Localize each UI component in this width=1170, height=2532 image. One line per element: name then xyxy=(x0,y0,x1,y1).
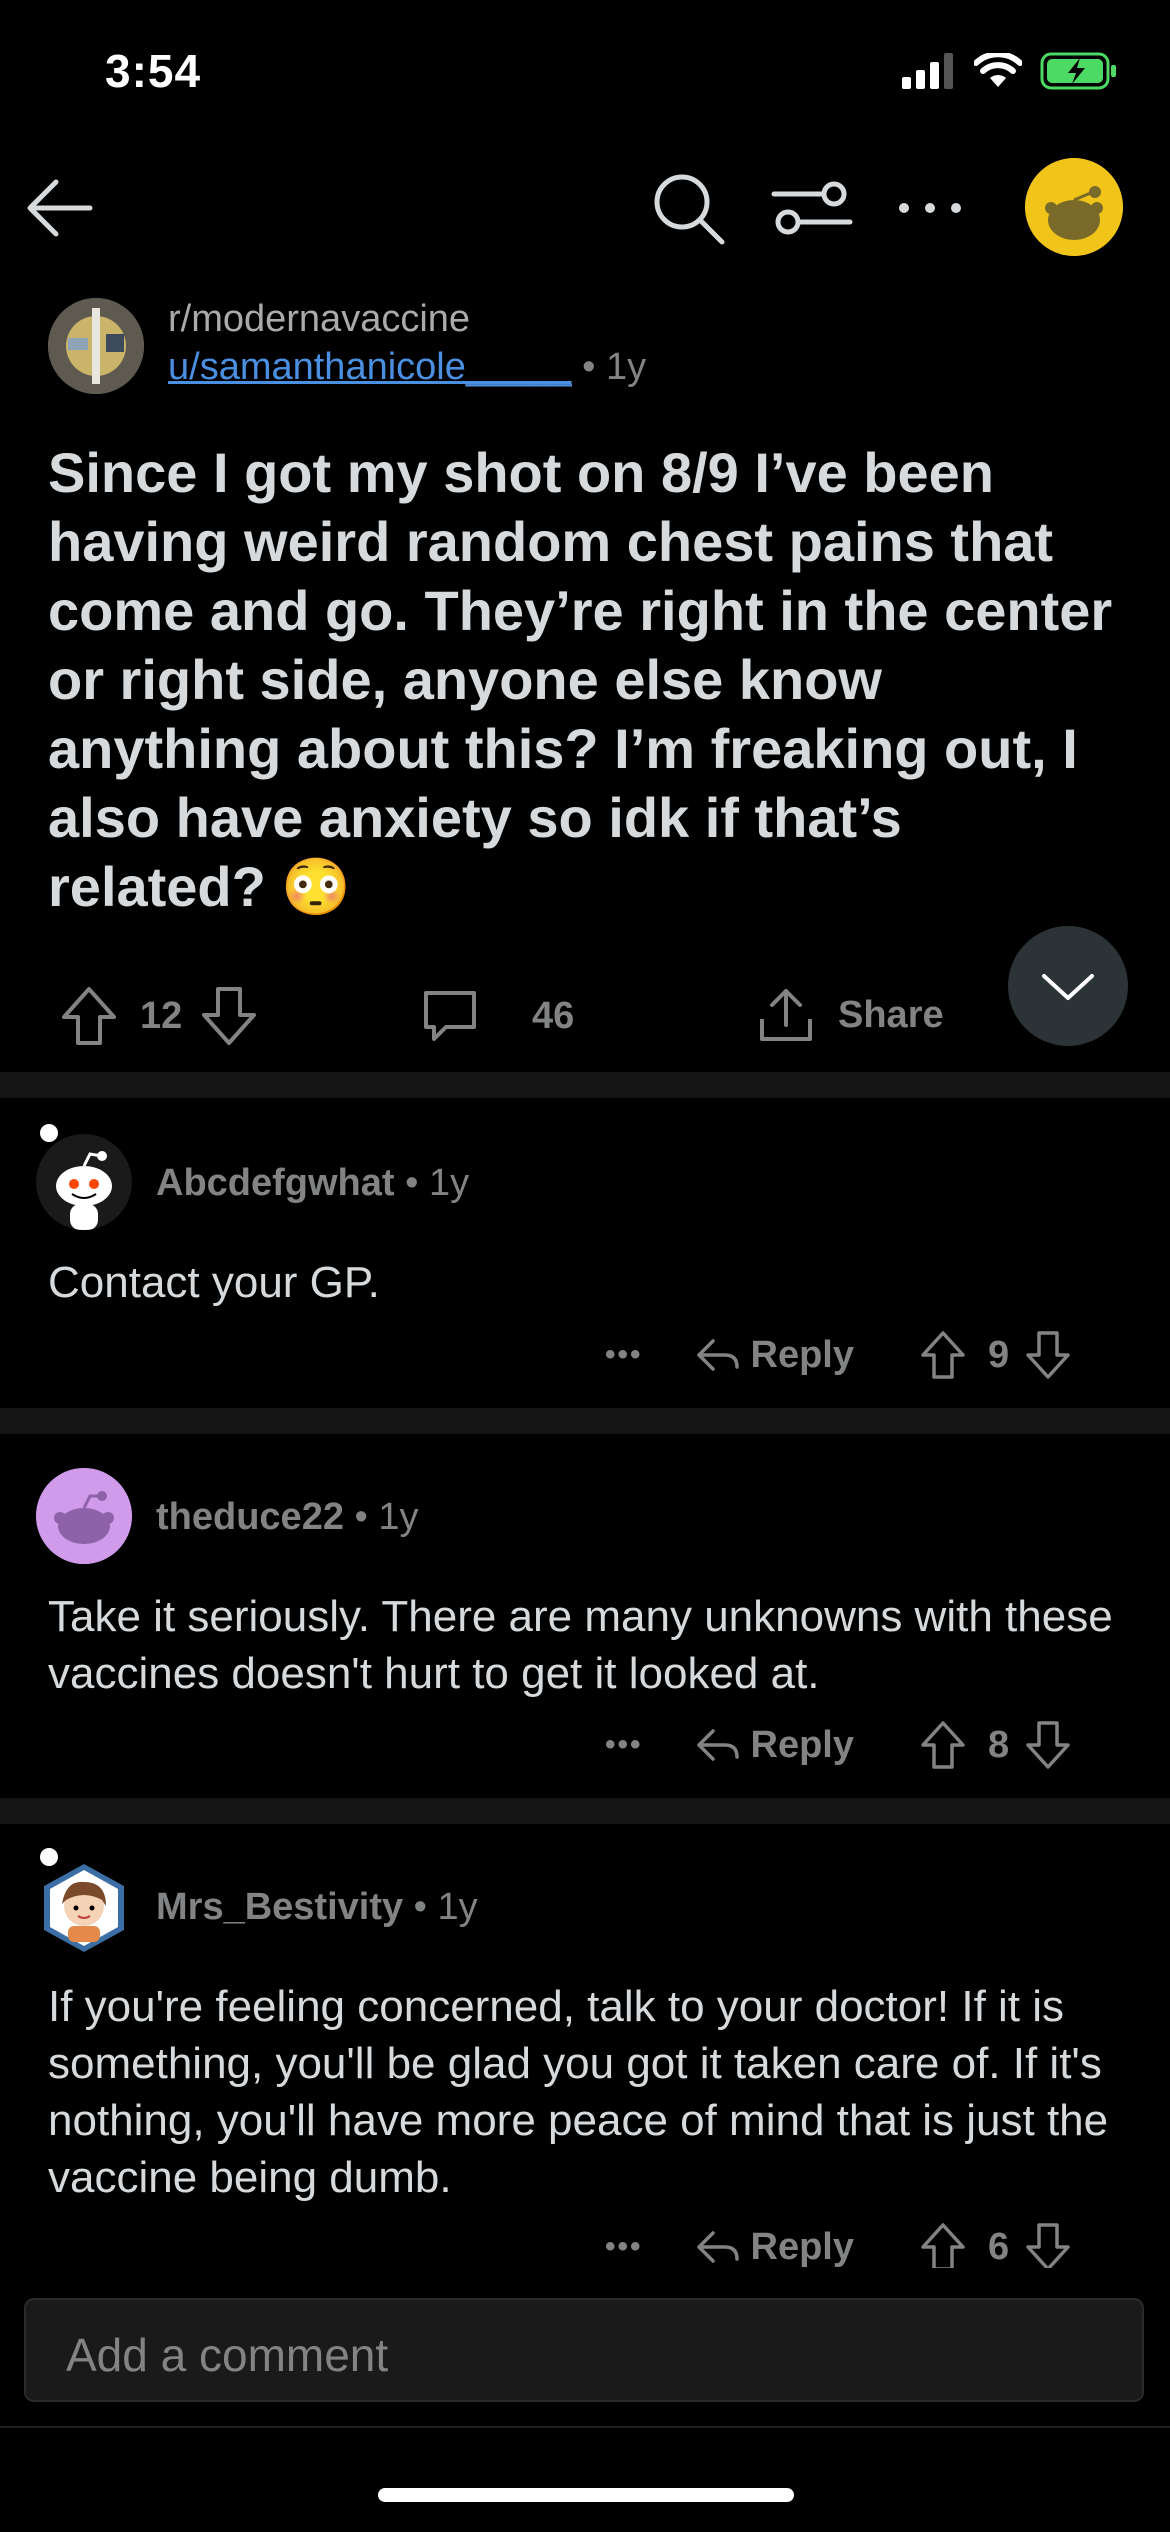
comment-author[interactable]: theduce22 xyxy=(156,1496,344,1538)
comment-avatar[interactable] xyxy=(36,1134,132,1230)
post-title: Since I got my shot on 8/9 I’ve been hav… xyxy=(48,441,1113,918)
reply-button[interactable]: Reply xyxy=(695,1334,854,1377)
reply-label: Reply xyxy=(750,1723,854,1766)
comment-author[interactable]: Mrs_Bestivity xyxy=(156,1886,403,1928)
filter-icon xyxy=(771,181,853,235)
post-score: 12 xyxy=(140,994,183,1037)
comment-header: Abcdefgwhat • 1y xyxy=(156,1162,469,1205)
online-indicator xyxy=(40,1848,58,1866)
wifi-icon xyxy=(974,53,1022,87)
upvote-icon[interactable] xyxy=(920,2222,966,2272)
upvote-icon[interactable] xyxy=(920,1330,966,1380)
subreddit-avatar[interactable] xyxy=(48,298,144,394)
comment-age: • 1y xyxy=(394,1162,470,1204)
search-icon xyxy=(654,174,725,245)
post-action-bar: 12 46 Share xyxy=(48,975,1128,1055)
post-author[interactable]: u/samanthanicole_____ xyxy=(168,346,572,388)
online-indicator xyxy=(40,1124,58,1142)
comment-author[interactable]: Abcdefgwhat xyxy=(156,1162,395,1204)
comment-avatar[interactable] xyxy=(36,1468,132,1564)
snoo-avatar-icon xyxy=(36,1468,132,1564)
add-comment-placeholder: Add a comment xyxy=(66,2329,389,2381)
add-comment-input[interactable]: Add a comment xyxy=(24,2298,1144,2402)
reply-arrow-icon xyxy=(696,1729,739,1761)
comment-age: • 1y xyxy=(403,1886,478,1928)
more-icon xyxy=(899,203,961,213)
custom-avatar-icon xyxy=(44,1864,124,1952)
comment-more-button[interactable]: ••• xyxy=(605,1338,643,1372)
section-divider xyxy=(0,1798,1170,1824)
comment-score: 6 xyxy=(988,2225,1010,2268)
user-avatar-button[interactable] xyxy=(1025,158,1123,256)
downvote-icon[interactable] xyxy=(1025,2222,1071,2272)
section-divider xyxy=(0,1408,1170,1434)
comment-age: • 1y xyxy=(343,1496,419,1538)
comment-more-button[interactable]: ••• xyxy=(605,2230,643,2264)
comment-body: Take it seriously. There are many unknow… xyxy=(48,1592,1113,1698)
status-time: 3:54 xyxy=(105,45,202,97)
comment-bubble-icon xyxy=(424,991,476,1041)
snoo-avatar-icon xyxy=(36,1134,132,1230)
comment-actions: ••• Reply 8 xyxy=(605,1710,1071,1780)
battery-charging-icon xyxy=(1040,52,1116,90)
comment-header: Mrs_Bestivity • 1y xyxy=(156,1886,478,1929)
downvote-icon[interactable] xyxy=(1025,1330,1071,1380)
upvote-icon[interactable] xyxy=(920,1720,966,1770)
share-label: Share xyxy=(838,993,944,1036)
downvote-icon[interactable] xyxy=(200,985,258,1047)
jump-to-next-comment-button[interactable] xyxy=(1008,926,1128,1046)
comments-button[interactable]: 46 xyxy=(420,987,574,1045)
comment-body: If you're feeling concerned, talk to you… xyxy=(48,1982,1109,2202)
subreddit-icon xyxy=(48,298,144,394)
subreddit-name[interactable]: r/modernavaccine xyxy=(168,298,470,341)
reply-arrow-icon xyxy=(696,1339,739,1371)
reply-label: Reply xyxy=(750,2225,854,2268)
post-author-line: u/samanthanicole_____ • 1y xyxy=(168,346,646,389)
sort-filter-button[interactable] xyxy=(768,168,856,248)
more-options-button[interactable] xyxy=(890,168,970,248)
back-arrow-icon xyxy=(27,179,93,237)
comment-more-button[interactable]: ••• xyxy=(605,1728,643,1762)
comment-avatar[interactable] xyxy=(36,1860,132,1956)
reply-label: Reply xyxy=(750,1333,854,1376)
comment-score: 9 xyxy=(988,1333,1010,1376)
avatar-icon xyxy=(1025,158,1123,256)
post-age: • 1y xyxy=(571,346,647,388)
reply-arrow-icon xyxy=(696,2231,739,2263)
section-divider xyxy=(0,1072,1170,1098)
comment-body: Contact your GP. xyxy=(48,1258,380,1307)
back-button[interactable] xyxy=(22,168,102,248)
reply-button[interactable]: Reply xyxy=(695,2226,854,2269)
status-icons xyxy=(902,52,1118,90)
reply-button[interactable]: Reply xyxy=(695,1724,854,1767)
search-button[interactable] xyxy=(648,168,728,248)
vote-group: 12 xyxy=(60,985,258,1047)
downvote-icon[interactable] xyxy=(1025,1720,1071,1770)
comment-actions: ••• Reply 9 xyxy=(605,1320,1071,1390)
share-icon xyxy=(760,989,812,1041)
share-button[interactable]: Share xyxy=(756,985,944,1045)
chevron-down-icon xyxy=(1042,974,1094,1000)
upvote-icon[interactable] xyxy=(60,985,118,1047)
bottom-divider xyxy=(0,2426,1170,2428)
comment-count: 46 xyxy=(532,994,575,1037)
comment-header: theduce22 • 1y xyxy=(156,1496,419,1539)
comment-score: 8 xyxy=(988,1723,1010,1766)
cellular-signal-icon xyxy=(902,53,953,89)
home-indicator[interactable] xyxy=(378,2488,794,2502)
